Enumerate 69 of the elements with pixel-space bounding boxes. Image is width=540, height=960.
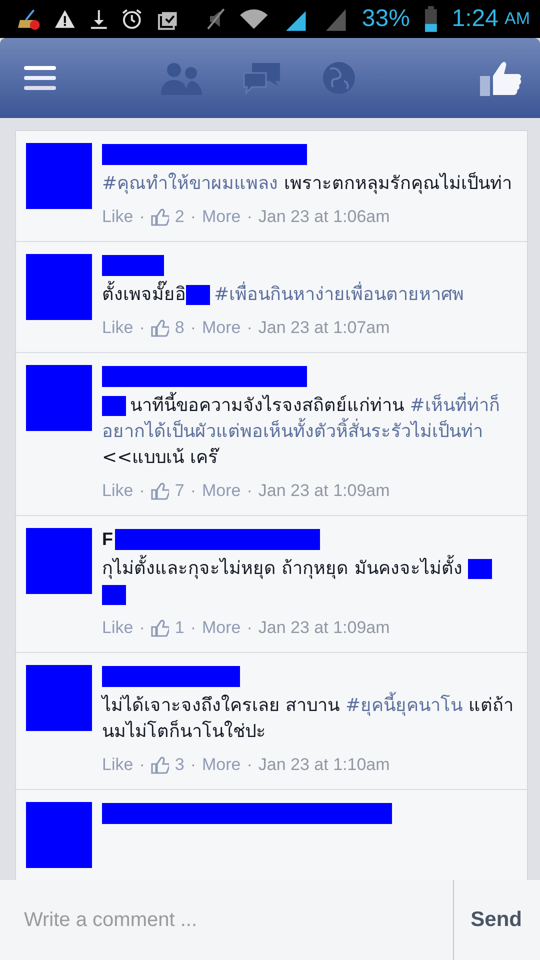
separator-dot: · [190, 481, 196, 501]
author-name: F [102, 528, 113, 550]
like-link[interactable]: Like [102, 755, 134, 775]
redaction-block [26, 528, 92, 594]
separator-dot: · [246, 755, 252, 775]
separator-dot: · [246, 318, 252, 338]
thumbs-up-icon [150, 208, 169, 226]
separator-dot: · [139, 207, 145, 227]
chat-bubbles-icon[interactable] [242, 61, 282, 95]
comment-text: นาทีนี้ขอความจังไรจงสถิตย์แก่ท่าน #เห็นที่ท่าก็อยากได้เป็นผัวแต่พอเห็นทั้งตัวหิ้สั่นระรัวไม่เป็นท่า <<แบบเน้ เคร๊ [102, 393, 517, 471]
like-count: 2 [174, 207, 184, 227]
separator-dot: · [190, 755, 196, 775]
comment-field[interactable]: Write a comment ... [0, 880, 453, 960]
mute-icon [206, 8, 225, 30]
friends-icon[interactable] [160, 61, 202, 95]
comment-time: Jan 23 at 1:06am [258, 207, 390, 227]
download-icon [90, 9, 108, 29]
more-link[interactable]: More [202, 618, 241, 638]
comment-time: Jan 23 at 1:10am [258, 755, 390, 775]
alarm-clock-icon [121, 8, 144, 30]
redaction-block [26, 254, 92, 320]
like-count: 7 [174, 481, 184, 501]
separator-dot: · [246, 481, 252, 501]
redaction-block [26, 802, 92, 868]
battery-icon [424, 6, 438, 32]
like-link[interactable]: Like [102, 318, 134, 338]
separator-dot: · [246, 618, 252, 638]
separator-dot: · [246, 207, 252, 227]
comment-text: #คุณทำให้ขาผมแพลง เพราะตกหลุมรักคุณไม่เป็นท่า [102, 171, 513, 196]
comment-time: Jan 23 at 1:09am [258, 481, 390, 501]
clock-time: 1:24 [452, 5, 498, 33]
thumbs-up-icon [150, 756, 169, 774]
separator-dot: · [139, 618, 145, 638]
send-button[interactable]: Send [452, 880, 540, 960]
signal-icon [324, 7, 348, 31]
separator-dot: · [139, 318, 145, 338]
like-link[interactable]: Like [102, 618, 134, 638]
wifi-icon [238, 8, 268, 30]
comment-text: กุไม่ตั้งและกุจะไม่หยุด ถ้ากุหยุด มันคงจะไม่ตั้ง [102, 556, 517, 608]
like-link[interactable]: Like [102, 481, 134, 501]
like-count: 8 [174, 318, 184, 338]
like-count: 1 [174, 618, 184, 638]
redaction-block [102, 254, 164, 276]
menu-icon[interactable] [24, 64, 56, 92]
battery-percent: 33% [362, 5, 410, 33]
separator-dot: · [190, 207, 196, 227]
thumbs-up-icon[interactable] [480, 60, 522, 96]
redaction-block [26, 365, 92, 431]
thumbs-up-icon [150, 619, 169, 637]
separator-dot: · [190, 618, 196, 638]
redaction-block [26, 143, 92, 209]
separator-dot: · [139, 755, 145, 775]
comment-text: ตั้งเพจมั๊ยอิ #เพื่อนกินหาง่ายเพื่อนตายหาศพ [102, 282, 517, 308]
redaction-block [26, 665, 92, 731]
clock-meridiem: AM [504, 9, 530, 29]
separator-dot: · [190, 318, 196, 338]
comment-time: Jan 23 at 1:07am [258, 318, 390, 338]
thumbs-up-icon [150, 319, 169, 337]
comment-text: ไม่ได้เจาะจงถึงใครเลย สาบาน #ยุคนี้ยุคนาโน แต่ถ้านมไม่โตก็นาโนใช่ปะ [102, 693, 517, 745]
like-link[interactable]: Like [102, 207, 134, 227]
more-link[interactable]: More [202, 481, 241, 501]
warning-icon [54, 9, 76, 29]
thumbs-up-icon [150, 482, 169, 500]
more-link[interactable]: More [202, 318, 241, 338]
comment-time: Jan 23 at 1:09am [258, 618, 390, 638]
more-link[interactable]: More [202, 755, 241, 775]
like-count: 3 [174, 755, 184, 775]
separator-dot: · [139, 481, 145, 501]
more-link[interactable]: More [202, 207, 241, 227]
